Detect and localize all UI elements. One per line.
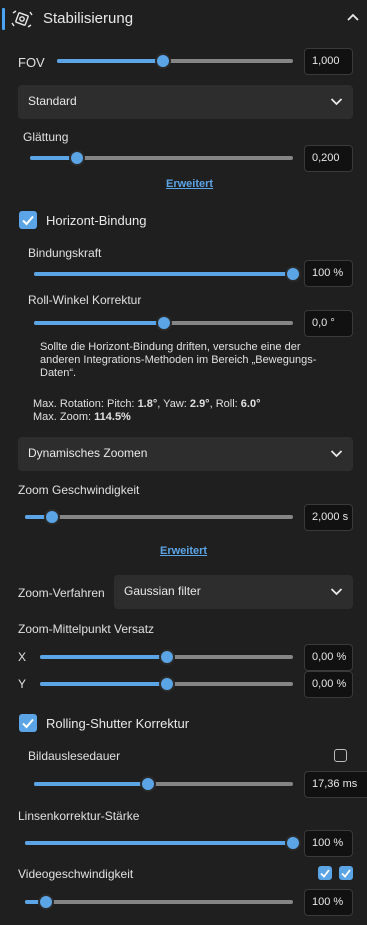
zoom-speed-label: Zoom Geschwindigkeit [18,483,140,497]
smoothing-method-selected: Standard [28,94,77,108]
roll-correction-slider-fill [34,321,164,325]
lens-correction-slider[interactable] [25,835,301,851]
horizon-info-line-3: Daten“. [40,367,77,379]
checkmark-icon [22,215,34,226]
advanced-link[interactable]: Erweitert [166,178,213,190]
zoom-offset-y-label: Y [18,677,27,691]
checkmark-icon [22,718,34,729]
smoothness-slider-thumb[interactable] [69,150,86,166]
horizon-info-line-2: anderen Integrations-Methoden im Bereich… [40,354,317,366]
zoom-offset-x-label: X [18,650,27,664]
horizon-lock-checkbox[interactable] [19,211,37,229]
zoom-method-selected: Gaussian filter [124,584,201,598]
max-zoom-prefix: Max. Zoom: [33,411,92,423]
yaw-prefix: , Yaw: [157,398,187,410]
roll-correction-value-input[interactable]: 0,0 ° [304,310,353,337]
roll-prefix: , Roll: [209,398,238,410]
rolling-shutter-checkbox[interactable] [19,714,37,732]
roll-correction-slider-thumb[interactable] [155,315,172,331]
roll-correction-slider[interactable] [34,315,293,331]
roll-correction-label: Roll-Winkel Korrektur [28,293,142,307]
stabilize-icon [11,10,33,28]
smoothness-label: Glättung [23,130,69,144]
readout-time-checkbox[interactable] [334,749,347,762]
zoom-speed-slider-thumb[interactable] [43,509,60,525]
zoom-offset-y-slider-thumb[interactable] [158,676,175,692]
readout-time-slider-fill [34,782,148,786]
max-rotation-prefix: Max. Rotation: Pitch: [33,398,135,410]
max-zoom-value: 114.5% [94,411,131,423]
zoom-offset-y-value-input[interactable]: 0,00 % [304,671,353,698]
video-speed-value-input[interactable]: 100 % [304,889,353,916]
fov-label: FOV [18,55,45,70]
max-zoom-readout: Max. Zoom: 114.5% [33,411,131,424]
video-speed-checkbox-2[interactable] [339,866,353,880]
zoom-offset-label: Zoom-Mittelpunkt Versatz [18,622,155,636]
video-speed-label: Videogeschwindigkeit [18,867,134,881]
lens-correction-slider-thumb[interactable] [285,835,301,851]
dynamic-zoom-selected: Dynamisches Zoomen [28,446,148,460]
max-rotation-readout: Max. Rotation: Pitch: 1.8°, Yaw: 2.9°, R… [33,398,260,411]
smoothing-method-dropdown[interactable]: Standard [18,85,353,119]
chevron-down-icon [330,450,343,458]
fov-slider[interactable] [57,53,293,69]
fov-slider-fill [57,59,164,63]
chevron-down-icon [330,98,343,106]
lens-correction-value-input[interactable]: 100 % [304,830,353,857]
chevron-up-icon[interactable] [346,12,360,22]
section-accent-bar [2,8,5,30]
video-speed-slider[interactable] [25,894,293,910]
video-speed-slider-thumb[interactable] [38,894,55,910]
fov-slider-thumb[interactable] [155,53,172,69]
horizon-strength-value-input[interactable]: 100 % [304,260,353,287]
horizon-info-line-1: Sollte die Horizont-Bindung driften, ver… [40,341,301,353]
zoom-method-dropdown[interactable]: Gaussian filter [114,575,353,609]
readout-time-value-input[interactable]: 17,36 ms [304,771,367,798]
zoom-speed-value-input[interactable]: 2,000 s [304,504,353,531]
lens-correction-slider-fill [25,841,293,845]
roll-value: 6.0° [240,398,261,410]
zoom-offset-x-slider-thumb[interactable] [158,649,175,665]
zoom-offset-y-slider-fill [40,682,167,686]
checkmark-icon [320,869,330,878]
rolling-shutter-label: Rolling-Shutter Korrektur [46,716,190,731]
lens-correction-label: Linsenkorrektur-Stärke [18,809,140,823]
zoom-offset-x-slider[interactable] [40,649,293,665]
advanced-link[interactable]: Erweitert [160,545,207,557]
horizon-strength-label: Bindungskraft [28,246,102,260]
readout-time-label: Bildauslesedauer [28,749,121,763]
zoom-offset-x-slider-fill [40,655,167,659]
zoom-offset-y-slider[interactable] [40,676,293,692]
readout-time-slider[interactable] [34,776,293,792]
horizon-strength-slider[interactable] [34,266,301,282]
dynamic-zoom-dropdown[interactable]: Dynamisches Zoomen [18,437,353,471]
chevron-down-icon [330,588,343,596]
checkmark-icon [341,869,351,878]
fov-value-input[interactable]: 1,000 [304,48,353,75]
zoom-offset-x-value-input[interactable]: 0,00 % [304,644,353,671]
horizon-lock-label: Horizont-Bindung [46,213,147,228]
smoothness-slider[interactable] [30,150,293,166]
video-speed-checkbox-1[interactable] [318,866,332,880]
horizon-lock-info: Sollte die Horizont-Bindung driften, ver… [40,341,350,380]
zoom-speed-slider[interactable] [25,509,293,525]
smoothness-value-input[interactable]: 0,200 [304,145,353,172]
horizon-strength-slider-thumb[interactable] [285,266,301,282]
section-title: Stabilisierung [43,10,134,27]
horizon-strength-slider-fill [34,272,293,276]
readout-time-slider-thumb[interactable] [139,776,156,792]
pitch-value: 1.8° [137,398,158,410]
zoom-method-label: Zoom-Verfahren [18,586,105,600]
yaw-value: 2.9° [189,398,210,410]
